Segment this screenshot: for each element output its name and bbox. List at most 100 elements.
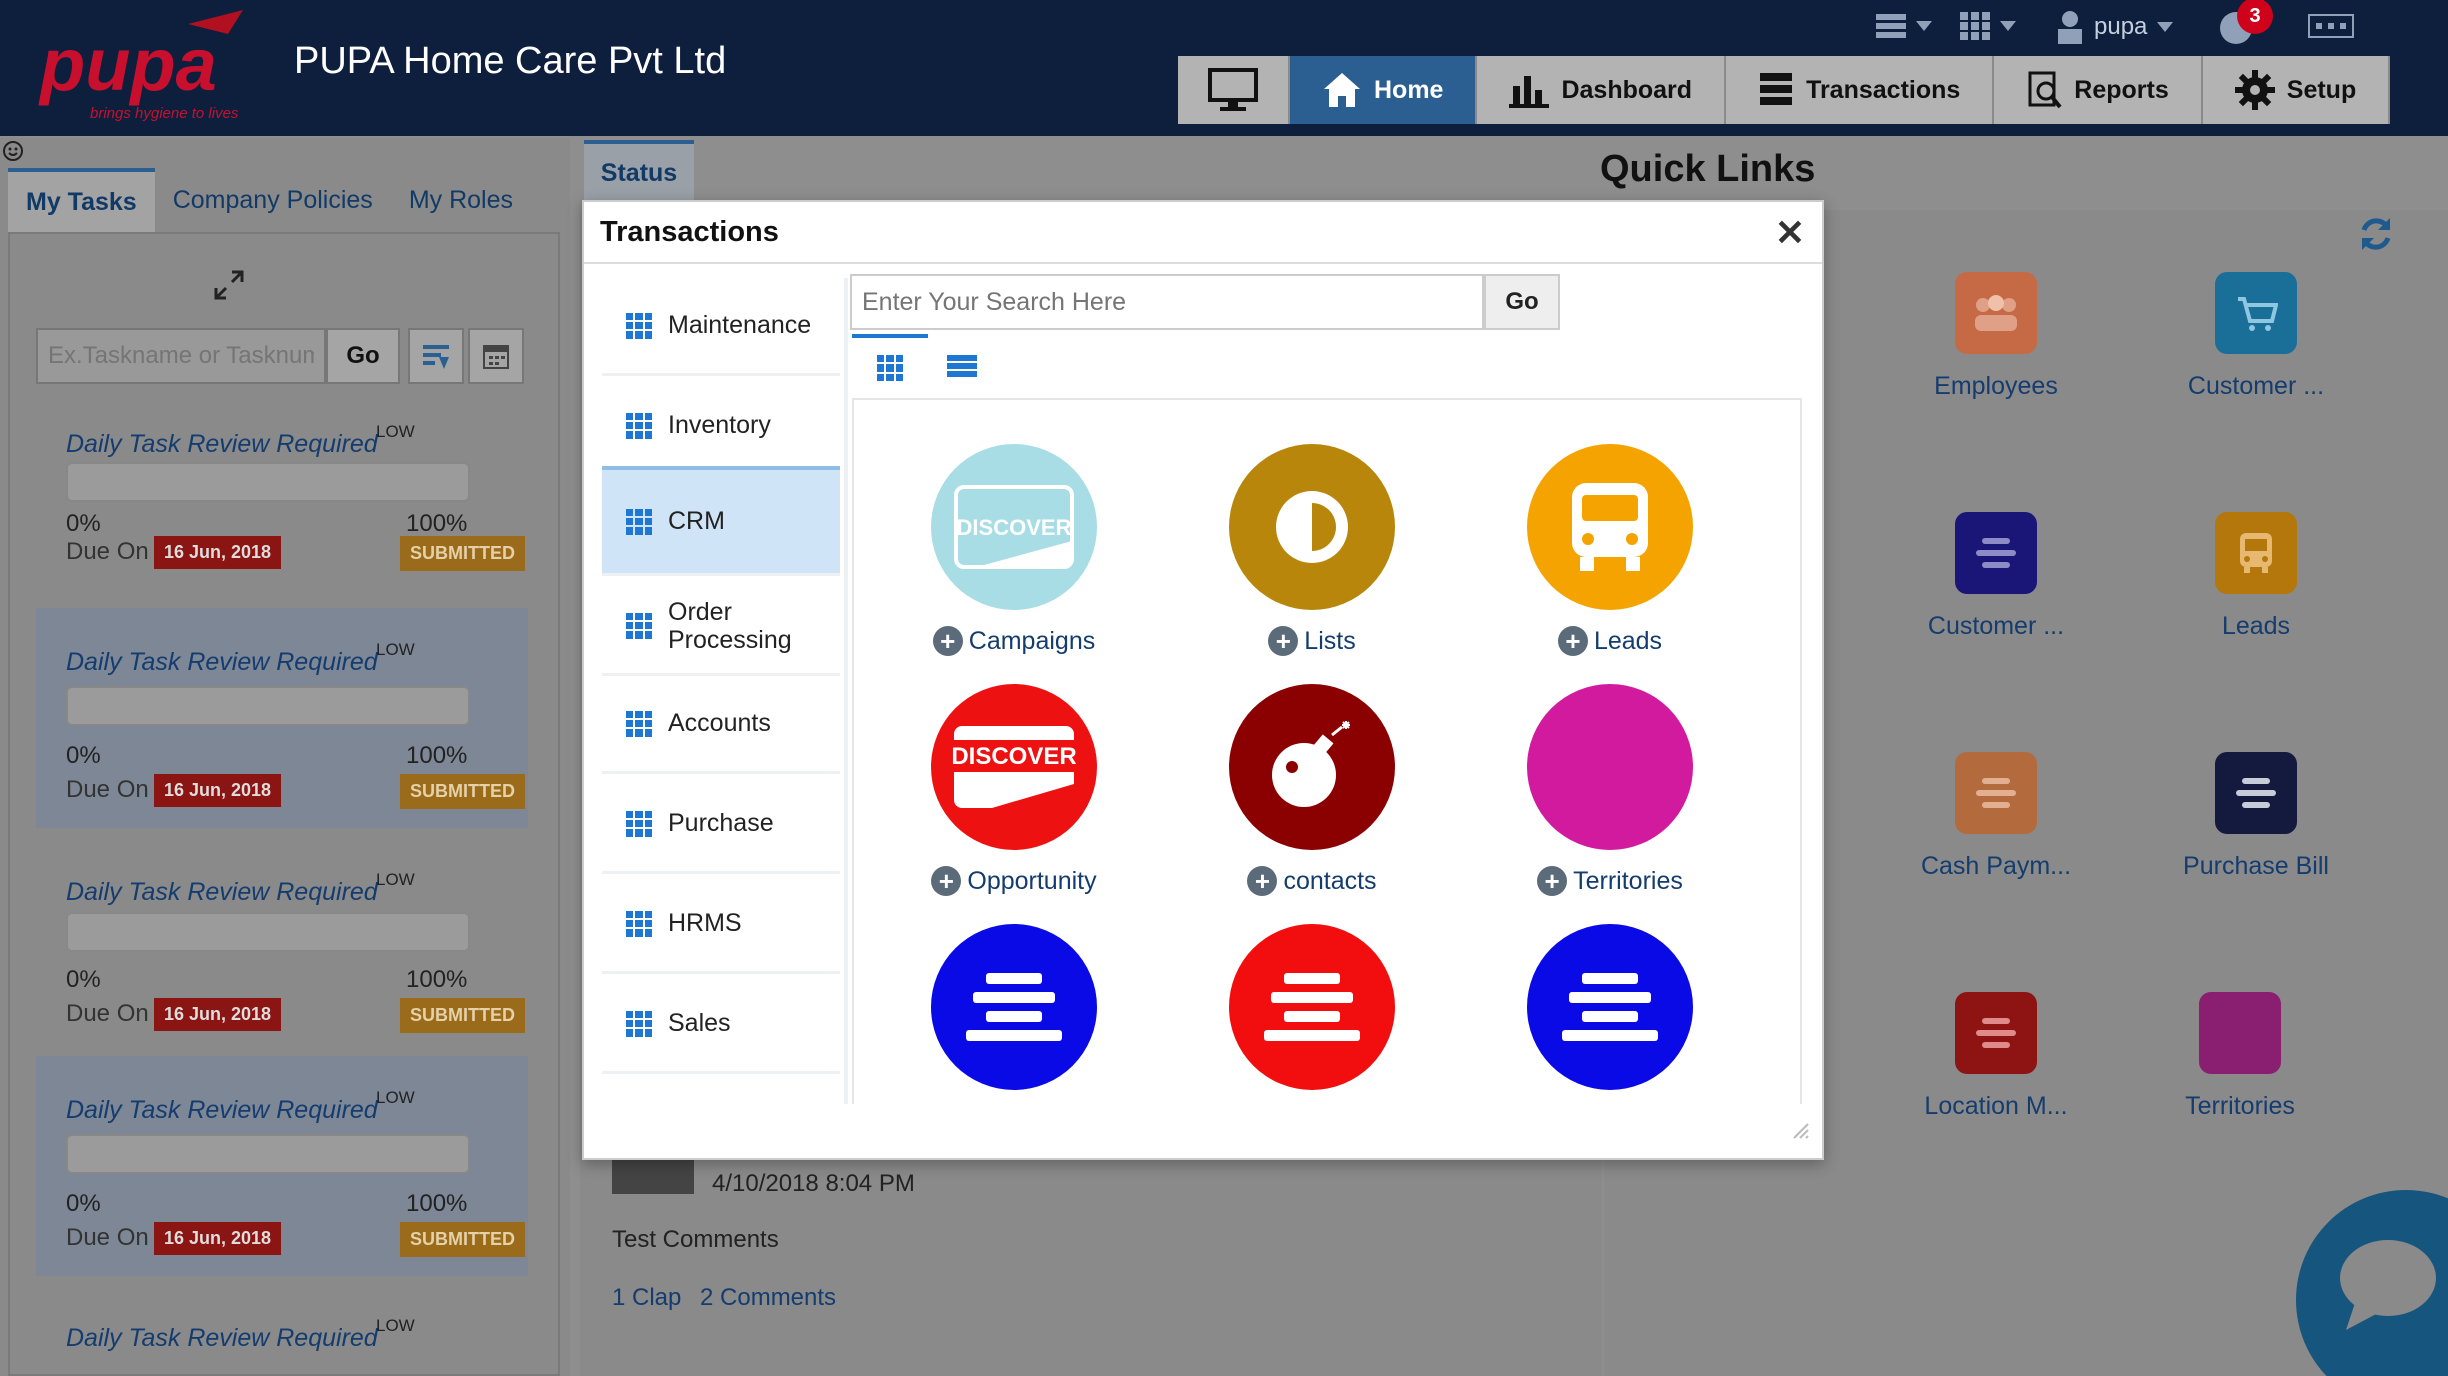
add-icon[interactable]: + bbox=[1247, 866, 1278, 896]
quick-link-label: Customer ... bbox=[1927, 612, 2065, 640]
nav-transactions[interactable]: Transactions bbox=[1726, 56, 1995, 124]
quick-link-label: Location M... bbox=[1924, 1092, 2068, 1120]
quick-link-label: Purchase Bill bbox=[2183, 852, 2329, 880]
task-title[interactable]: Daily Task Review Required bbox=[66, 1324, 378, 1353]
chat-bubble-icon bbox=[2340, 1240, 2436, 1330]
tab-status[interactable]: Status bbox=[584, 140, 694, 202]
tile-label: Territories bbox=[1573, 866, 1683, 895]
quick-link-employees[interactable]: Employees bbox=[1886, 272, 2106, 401]
add-icon[interactable]: + bbox=[932, 626, 963, 656]
progress-end: 100% bbox=[406, 1190, 468, 1217]
add-icon[interactable]: + bbox=[931, 866, 962, 896]
due-label: Due On bbox=[66, 538, 149, 565]
comments-link[interactable]: 2 Comments bbox=[700, 1284, 836, 1312]
quick-link-territories[interactable]: Territories bbox=[2130, 992, 2350, 1121]
user-menu[interactable]: pupa bbox=[2056, 10, 2174, 44]
task-go-button[interactable]: Go bbox=[326, 328, 400, 384]
quick-link-cash-payment[interactable]: Cash Paym... bbox=[1886, 752, 2106, 881]
company-name: PUPA Home Care Pvt Ltd bbox=[294, 40, 727, 82]
task-card[interactable]: Daily Task Review Required LOW bbox=[36, 1304, 528, 1376]
category-order-processing[interactable]: Order Processing bbox=[602, 578, 840, 676]
keyboard-icon[interactable] bbox=[2308, 14, 2354, 38]
list-view-tab[interactable] bbox=[930, 334, 994, 398]
task-calendar-button[interactable] bbox=[468, 328, 524, 384]
refresh-icon[interactable] bbox=[2356, 214, 2396, 254]
status-badge: SUBMITTED bbox=[400, 774, 525, 809]
quick-link-purchase-bill[interactable]: Purchase Bill bbox=[2146, 752, 2366, 881]
half-circle-icon bbox=[1229, 444, 1395, 610]
add-icon[interactable]: + bbox=[1537, 866, 1568, 896]
quick-link-label: Territories bbox=[2185, 1092, 2295, 1120]
tile-territories[interactable]: + Territories bbox=[1490, 684, 1730, 896]
lines-icon bbox=[1955, 512, 2037, 594]
category-crm[interactable]: CRM bbox=[602, 466, 840, 576]
task-title[interactable]: Daily Task Review Required bbox=[66, 648, 378, 677]
task-search-input[interactable] bbox=[36, 328, 326, 384]
nav-setup[interactable]: Setup bbox=[2202, 56, 2391, 124]
quick-link-customer[interactable]: Customer ... bbox=[2146, 272, 2366, 401]
tile-contacts[interactable]: + contacts bbox=[1192, 684, 1432, 896]
nav-desktop[interactable] bbox=[1178, 56, 1290, 124]
task-filter-button[interactable] bbox=[408, 328, 464, 384]
category-purchase[interactable]: Purchase bbox=[602, 776, 840, 874]
tile-opportunity[interactable]: DISCOVER + Opportunity bbox=[894, 684, 1134, 896]
expand-icon[interactable] bbox=[214, 270, 244, 300]
modal-title: Transactions bbox=[600, 216, 779, 248]
due-date-badge: 16 Jun, 2018 bbox=[154, 1222, 282, 1255]
add-icon[interactable]: + bbox=[1268, 626, 1299, 656]
grid-icon bbox=[626, 710, 652, 737]
tile-transaction[interactable] bbox=[1490, 924, 1730, 1090]
grid-icon bbox=[626, 508, 652, 535]
modal-search-input[interactable] bbox=[850, 274, 1484, 330]
task-card[interactable]: Daily Task Review Required LOW 0% 100% D… bbox=[36, 608, 528, 828]
tile-campaigns[interactable]: DISCOVER + Campaigns bbox=[894, 444, 1134, 656]
due-label: Due On bbox=[66, 1000, 149, 1027]
task-title[interactable]: Daily Task Review Required bbox=[66, 878, 378, 907]
category-label: Order Processing bbox=[668, 597, 792, 654]
bomb-icon bbox=[1229, 684, 1395, 850]
status-badge: SUBMITTED bbox=[400, 998, 525, 1033]
smiley-icon[interactable] bbox=[2, 140, 24, 162]
list-menu[interactable] bbox=[1876, 12, 1932, 40]
clap-link[interactable]: 1 Clap bbox=[612, 1284, 681, 1312]
tile-transaction[interactable] bbox=[1192, 924, 1432, 1090]
task-card[interactable]: Daily Task Review Required LOW 0% 100% D… bbox=[36, 858, 528, 1078]
category-accounts[interactable]: Accounts bbox=[602, 676, 840, 774]
divider bbox=[844, 278, 848, 1104]
home-icon bbox=[1324, 73, 1360, 107]
nav-dashboard-label: Dashboard bbox=[1561, 75, 1693, 104]
category-sales[interactable]: Sales bbox=[602, 976, 840, 1074]
lines-icon bbox=[931, 924, 1097, 1090]
category-label: Maintenance bbox=[668, 311, 812, 339]
category-label: Accounts bbox=[668, 709, 771, 737]
resize-handle-icon[interactable] bbox=[1790, 1120, 1810, 1140]
tab-my-roles[interactable]: My Roles bbox=[391, 168, 531, 232]
task-title[interactable]: Daily Task Review Required bbox=[66, 1096, 378, 1125]
tile-transaction[interactable] bbox=[894, 924, 1134, 1090]
apps-menu[interactable] bbox=[1960, 12, 2016, 40]
add-icon[interactable]: + bbox=[1557, 626, 1588, 656]
tile-leads[interactable]: + Leads bbox=[1490, 444, 1730, 656]
pupa-logo[interactable]: pupa brings hygiene to lives bbox=[38, 4, 288, 124]
tile-label: Opportunity bbox=[967, 866, 1097, 895]
task-title[interactable]: Daily Task Review Required bbox=[66, 430, 378, 459]
grid-view-tab[interactable] bbox=[852, 334, 928, 398]
category-maintenance[interactable]: Maintenance bbox=[602, 278, 840, 376]
tab-company-policies[interactable]: Company Policies bbox=[155, 168, 391, 232]
task-card[interactable]: Daily Task Review Required LOW 0% 100% D… bbox=[36, 1056, 528, 1276]
modal-go-button[interactable]: Go bbox=[1484, 274, 1560, 330]
category-inventory[interactable]: Inventory bbox=[602, 378, 840, 476]
left-tabs: My Tasks Company Policies My Roles bbox=[8, 168, 531, 232]
grid-icon bbox=[626, 612, 652, 639]
nav-reports[interactable]: Reports bbox=[1994, 56, 2203, 124]
task-card[interactable]: Daily Task Review Required LOW 0% 100% D… bbox=[36, 410, 528, 630]
quick-link-location[interactable]: Location M... bbox=[1886, 992, 2106, 1121]
tile-lists[interactable]: + Lists bbox=[1192, 444, 1432, 656]
tab-my-tasks[interactable]: My Tasks bbox=[8, 168, 155, 232]
nav-home[interactable]: Home bbox=[1290, 56, 1478, 124]
category-hrms[interactable]: HRMS bbox=[602, 876, 840, 974]
quick-link-customer[interactable]: Customer ... bbox=[1886, 512, 2106, 641]
nav-dashboard[interactable]: Dashboard bbox=[1477, 56, 1727, 124]
close-icon[interactable]: ✕ bbox=[1770, 212, 1810, 254]
quick-link-leads[interactable]: Leads bbox=[2146, 512, 2366, 641]
